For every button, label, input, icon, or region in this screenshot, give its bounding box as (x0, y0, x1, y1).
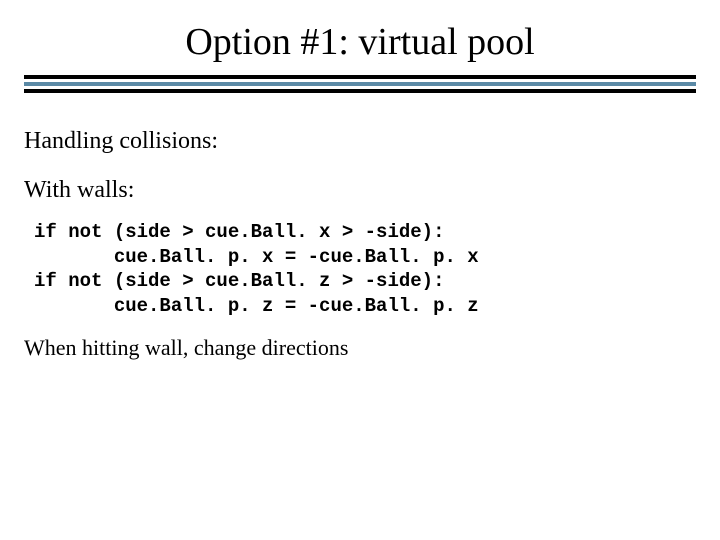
slide: Option #1: virtual pool Handling collisi… (0, 0, 720, 540)
rule-bar (24, 89, 696, 93)
heading-collisions: Handling collisions: (24, 128, 696, 155)
slide-body: Handling collisions: With walls: if not … (24, 128, 696, 361)
title-underline (24, 75, 696, 96)
code-line: if not (side > cue.Ball. z > -side): (34, 270, 444, 292)
rule-bar (24, 82, 696, 86)
code-line: if not (side > cue.Ball. x > -side): (34, 221, 444, 243)
code-line: cue.Ball. p. z = -cue.Ball. p. z (34, 295, 479, 317)
note-text: When hitting wall, change directions (24, 335, 696, 361)
heading-walls: With walls: (24, 177, 696, 204)
code-line: cue.Ball. p. x = -cue.Ball. p. x (34, 246, 479, 268)
code-block: if not (side > cue.Ball. x > -side): cue… (34, 220, 696, 319)
rule-bar (24, 75, 696, 79)
slide-title: Option #1: virtual pool (0, 20, 720, 64)
